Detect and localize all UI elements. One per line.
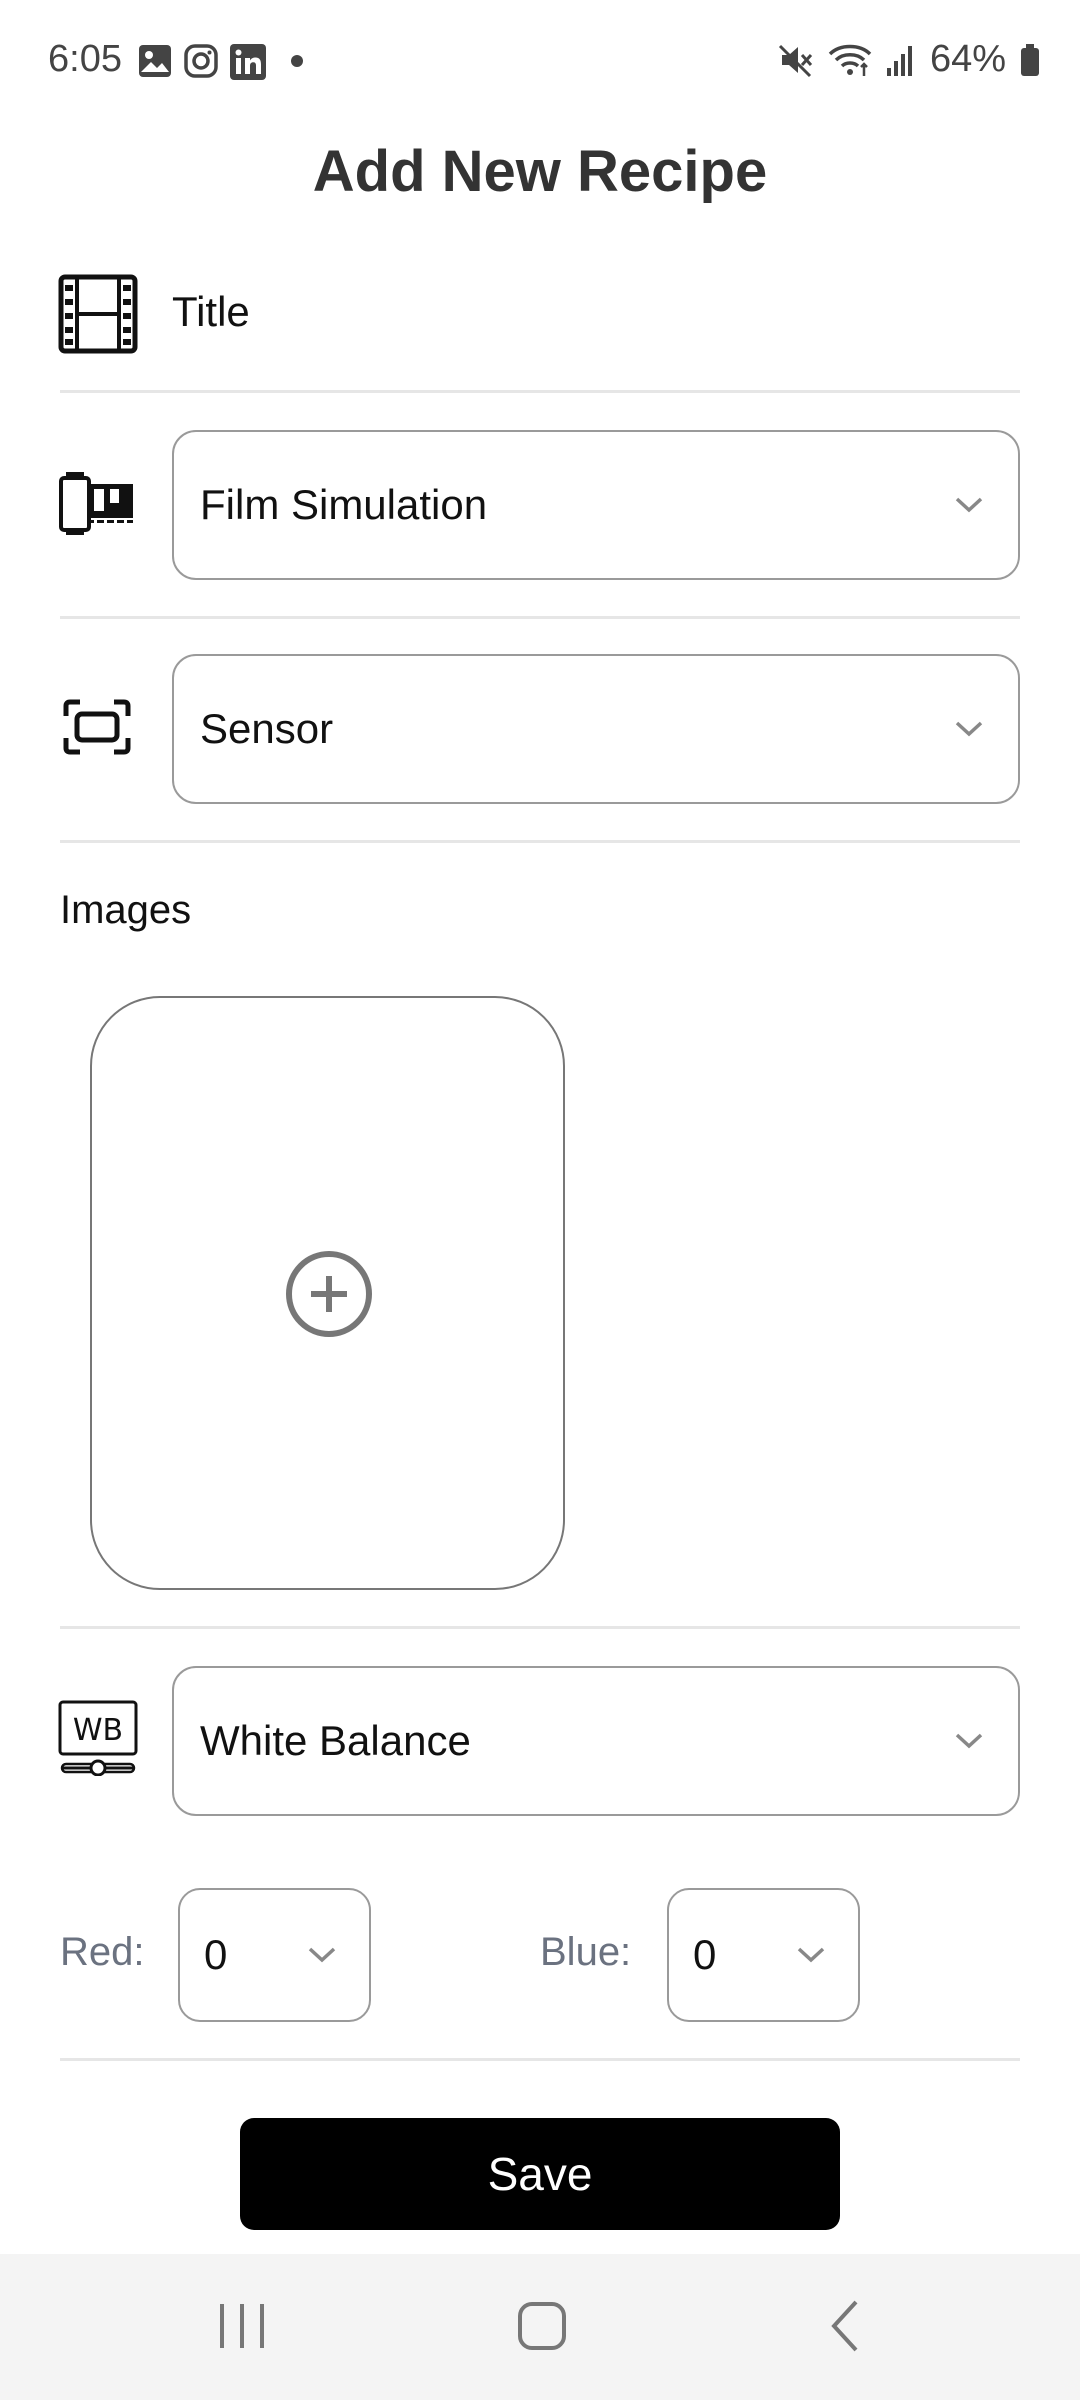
sensor-label: Sensor bbox=[200, 705, 334, 752]
red-label: Red: bbox=[60, 1930, 145, 1974]
blue-dropdown[interactable]: 0 bbox=[667, 1888, 860, 2022]
divider bbox=[60, 616, 1020, 619]
gallery-icon bbox=[139, 45, 171, 77]
mute-icon bbox=[778, 44, 813, 77]
page-title: Add New Recipe bbox=[312, 139, 768, 204]
blue-value: 0 bbox=[693, 1931, 717, 1978]
images-label: Images bbox=[60, 888, 192, 932]
signal-icon bbox=[886, 45, 912, 76]
battery-icon bbox=[1021, 43, 1039, 76]
blue-label: Blue: bbox=[540, 1930, 632, 1974]
add-image-button[interactable] bbox=[90, 996, 565, 1590]
red-value: 0 bbox=[204, 1931, 228, 1978]
back-icon[interactable] bbox=[826, 2298, 866, 2354]
linkedin-icon bbox=[230, 44, 266, 80]
navigation-bar bbox=[0, 2254, 1080, 2400]
chevron-down-icon bbox=[955, 1733, 983, 1749]
save-button[interactable]: Save bbox=[240, 2118, 840, 2230]
divider bbox=[60, 390, 1020, 393]
chevron-down-icon bbox=[308, 1947, 336, 1963]
title-input[interactable]: Title bbox=[172, 288, 250, 336]
divider bbox=[60, 2058, 1020, 2061]
divider bbox=[60, 1626, 1020, 1629]
recents-icon[interactable] bbox=[216, 2298, 268, 2354]
instagram-icon bbox=[184, 44, 218, 78]
dot-icon bbox=[291, 55, 303, 67]
white-balance-dropdown[interactable]: White Balance bbox=[172, 1666, 1020, 1816]
film-simulation-label: Film Simulation bbox=[200, 481, 488, 528]
film-canister-icon bbox=[59, 472, 133, 535]
chevron-down-icon bbox=[955, 497, 983, 513]
chevron-down-icon bbox=[797, 1947, 825, 1963]
svg-text:WB: WB bbox=[73, 1713, 123, 1748]
home-icon[interactable] bbox=[516, 2298, 568, 2354]
sensor-dropdown[interactable]: Sensor bbox=[172, 654, 1020, 804]
status-bar: 6:05 64% bbox=[0, 0, 1080, 124]
add-circle-icon bbox=[286, 1251, 372, 1337]
wifi-icon bbox=[828, 44, 872, 76]
film-simulation-dropdown[interactable]: Film Simulation bbox=[172, 430, 1020, 580]
white-balance-icon: WB bbox=[58, 1700, 138, 1776]
status-right: 64% bbox=[778, 38, 1040, 81]
status-time: 6:05 bbox=[48, 38, 122, 80]
divider bbox=[60, 840, 1020, 843]
sensor-icon bbox=[63, 699, 131, 755]
film-strip-icon bbox=[58, 274, 138, 354]
red-dropdown[interactable]: 0 bbox=[178, 1888, 371, 2022]
chevron-down-icon bbox=[955, 721, 983, 737]
battery-percentage: 64% bbox=[929, 38, 1006, 80]
white-balance-label: White Balance bbox=[200, 1717, 471, 1764]
